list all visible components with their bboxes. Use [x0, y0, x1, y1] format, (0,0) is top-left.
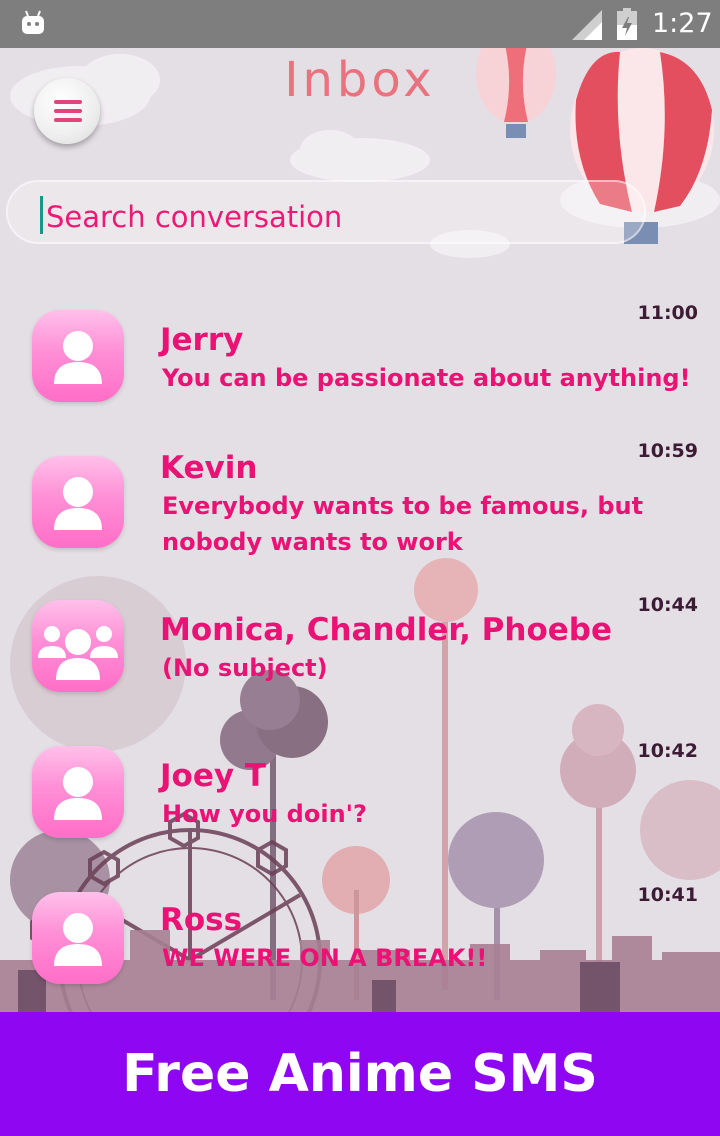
search-bar[interactable]: Search conversation	[6, 180, 646, 244]
menu-button[interactable]	[34, 78, 100, 144]
contact-avatar	[32, 600, 124, 692]
contact-avatar	[32, 892, 124, 984]
message-preview: You can be passionate about anything!	[162, 364, 691, 392]
message-preview: WE WERE ON A BREAK!!	[162, 944, 488, 972]
conversation-item[interactable]: 10:42 Joey T How you doin'?	[0, 738, 720, 858]
person-icon	[54, 477, 102, 530]
contact-name: Monica, Chandler, Phoebe	[160, 612, 612, 648]
message-preview: Everybody wants to be famous, but nobody…	[162, 492, 644, 556]
person-icon	[54, 767, 102, 820]
group-icon	[38, 626, 118, 680]
contact-name: Ross	[160, 902, 243, 938]
conversation-item[interactable]: 11:00 Jerry You can be passionate about …	[0, 300, 720, 420]
status-time: 1:27	[652, 8, 713, 39]
promo-banner[interactable]: Free Anime SMS	[0, 1012, 720, 1136]
contact-avatar	[32, 456, 124, 548]
conversation-item[interactable]: 10:41 Ross WE WERE ON A BREAK!!	[0, 882, 720, 1002]
contact-avatar	[32, 310, 124, 402]
person-icon	[54, 913, 102, 966]
status-bar: 1:27	[0, 0, 720, 48]
battery-icon	[617, 8, 637, 40]
conversation-time: 10:59	[637, 440, 698, 462]
conversation-time: 10:42	[637, 740, 698, 762]
conversation-time: 10:41	[637, 884, 698, 906]
contact-name: Jerry	[160, 322, 244, 358]
conversation-item[interactable]: 10:44 Monica, Chandler, Phoebe (No subje…	[0, 592, 720, 712]
conversation-item[interactable]: 10:59 Kevin Everybody wants to be famous…	[0, 438, 720, 568]
conversation-time: 11:00	[637, 302, 698, 324]
page-title: Inbox	[284, 52, 436, 108]
promo-text: Free Anime SMS	[122, 1044, 598, 1104]
balloon-small	[476, 48, 556, 138]
person-icon	[54, 331, 102, 384]
signal-icon	[572, 10, 602, 40]
message-preview: How you doin'?	[162, 800, 367, 828]
text-cursor	[40, 196, 43, 234]
contact-avatar	[32, 746, 124, 838]
message-preview: (No subject)	[162, 654, 328, 682]
android-icon	[22, 10, 44, 34]
conversation-time: 10:44	[637, 594, 698, 616]
contact-name: Joey T	[160, 758, 267, 794]
contact-name: Kevin	[160, 450, 258, 486]
search-input[interactable]: Search conversation	[46, 200, 342, 234]
